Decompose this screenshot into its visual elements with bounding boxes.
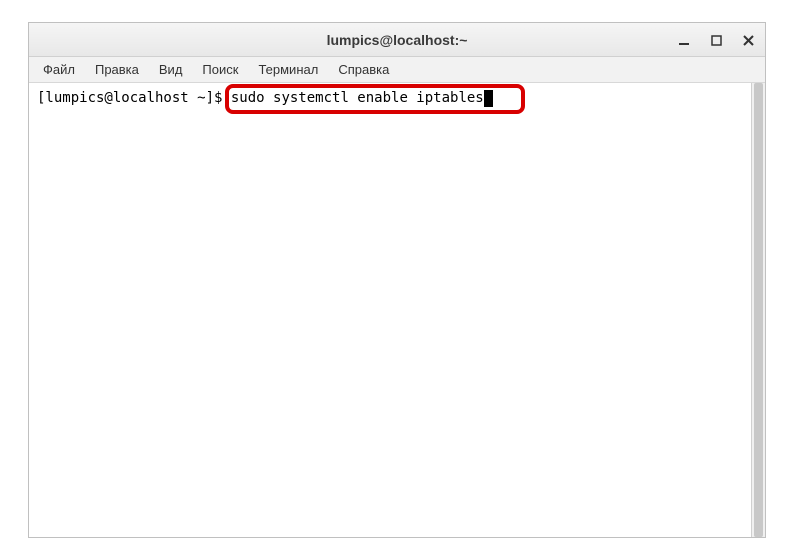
terminal-output[interactable]: [lumpics@localhost ~]$ sudo systemctl en…	[29, 83, 765, 537]
menu-view[interactable]: Вид	[151, 60, 191, 79]
terminal-line: [lumpics@localhost ~]$ sudo systemctl en…	[37, 89, 757, 109]
typed-command: sudo systemctl enable iptables	[231, 90, 484, 106]
window-title: lumpics@localhost:~	[327, 32, 468, 48]
minimize-icon	[678, 34, 690, 46]
close-icon	[743, 35, 754, 46]
maximize-button[interactable]	[707, 31, 725, 49]
menu-file[interactable]: Файл	[35, 60, 83, 79]
close-button[interactable]	[739, 31, 757, 49]
titlebar: lumpics@localhost:~	[29, 23, 765, 57]
menu-search[interactable]: Поиск	[194, 60, 246, 79]
window-controls	[675, 23, 757, 57]
maximize-icon	[711, 35, 722, 46]
terminal-window: lumpics@localhost:~ Файл Правка Вид Поис…	[28, 22, 766, 538]
menu-edit[interactable]: Правка	[87, 60, 147, 79]
menu-terminal[interactable]: Терминал	[250, 60, 326, 79]
shell-prompt: [lumpics@localhost ~]$	[37, 90, 231, 106]
menu-help[interactable]: Справка	[330, 60, 397, 79]
minimize-button[interactable]	[675, 31, 693, 49]
scrollbar-thumb[interactable]	[754, 83, 763, 537]
menubar: Файл Правка Вид Поиск Терминал Справка	[29, 57, 765, 83]
cursor-icon	[484, 90, 493, 107]
vertical-scrollbar[interactable]	[751, 83, 765, 537]
